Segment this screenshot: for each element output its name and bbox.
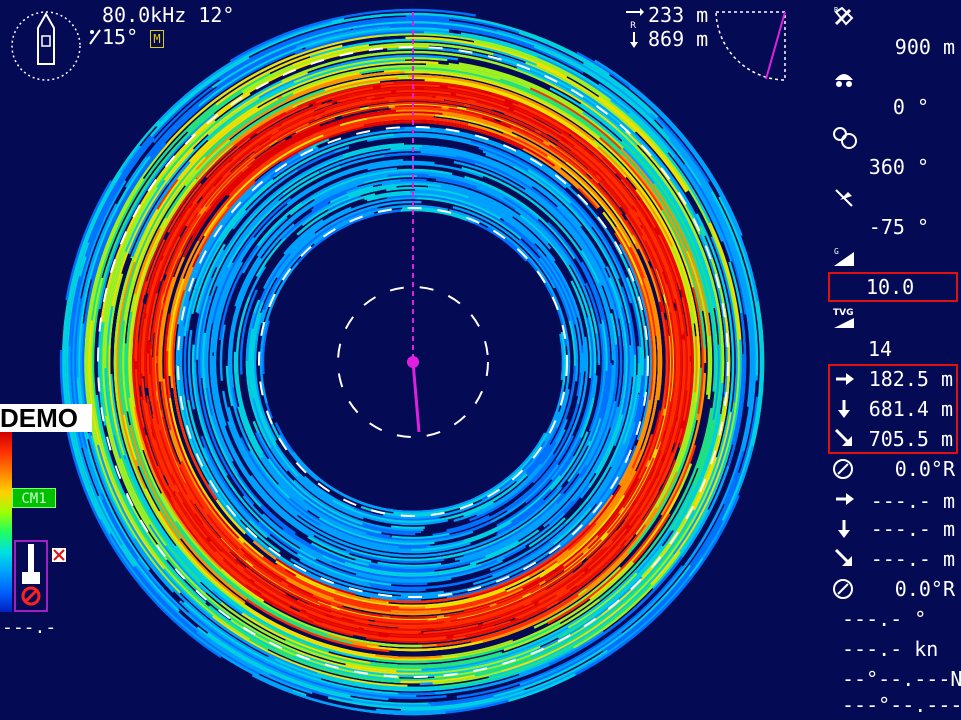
marker-slant-value: ---.- m	[870, 547, 955, 571]
sector-value[interactable]: 360 °	[869, 156, 929, 178]
transducer-status-icon	[14, 540, 48, 612]
arrow-right-icon	[834, 370, 854, 388]
gain-icon[interactable]: G	[832, 246, 856, 268]
tvg-value[interactable]: 14	[868, 338, 892, 360]
target-depth-value: 681.4 m	[868, 397, 953, 421]
tvg-icon[interactable]: TVG	[832, 306, 858, 330]
range-value[interactable]: 900 m	[895, 36, 955, 58]
marker-depth-value: ---.- m	[870, 517, 955, 541]
color-map-badge[interactable]: CM1	[12, 488, 56, 508]
demo-label: DEMO	[0, 404, 92, 432]
marker-arrow-right-icon	[834, 490, 854, 508]
ship-outline-icon	[11, 11, 81, 81]
tilt-value[interactable]: -75 °	[869, 216, 929, 238]
color-scale-bar	[0, 432, 12, 612]
svg-text:R: R	[630, 21, 636, 31]
speed-value: ---.- kn	[842, 637, 939, 661]
heading-value: ---.- °	[842, 607, 927, 631]
own-ship-marker	[407, 356, 419, 368]
svg-text:G: G	[834, 247, 839, 256]
position-lon-value: ---°--.---E	[842, 693, 961, 717]
range-icon[interactable]: R	[832, 4, 856, 28]
bottom-left-readout: ---.-	[2, 617, 57, 638]
sector-indicator	[715, 11, 786, 81]
marker-arrow-down-icon	[836, 518, 852, 538]
tilt-icon[interactable]	[832, 186, 856, 210]
gain-value[interactable]: 10.0	[866, 276, 914, 298]
sector-icon[interactable]	[832, 126, 858, 150]
horizontal-range-readout: 233 m	[648, 3, 709, 27]
echo-segment	[446, 515, 490, 532]
slant-range-readout: 869 m	[648, 27, 709, 51]
sub-tilt-icon	[88, 28, 102, 46]
range-arrows-icon: R	[624, 4, 644, 48]
train-bearing-value[interactable]: 0 °	[893, 96, 929, 118]
marker-arrow-diagonal-icon	[834, 548, 854, 568]
train-bearing-icon[interactable]	[832, 66, 856, 90]
target-slant-value: 705.5 m	[868, 427, 953, 451]
bearing-circle-icon	[832, 458, 854, 480]
sub-tilt-readout: 15°	[102, 25, 139, 49]
disabled-x-icon	[52, 548, 66, 562]
marker-horizontal-value: ---.- m	[870, 489, 955, 513]
mode-badge: M	[150, 30, 164, 48]
echo-segment	[390, 525, 425, 530]
target-bearing-value: 0.0°R	[894, 457, 955, 481]
position-lat-value: --°--.---N	[842, 667, 961, 691]
arrow-diagonal-icon	[834, 428, 854, 448]
arrow-down-icon	[836, 398, 852, 418]
frequency-tilt-readout: 80.0kHz 12°	[102, 3, 235, 27]
sonar-display[interactable]	[0, 0, 961, 720]
bearing-cursor	[411, 361, 421, 433]
svg-text:TVG: TVG	[833, 308, 854, 318]
marker-bearing-value: 0.0°R	[894, 577, 955, 601]
marker-bearing-icon	[832, 578, 854, 600]
target-horizontal-value: 182.5 m	[868, 367, 953, 391]
